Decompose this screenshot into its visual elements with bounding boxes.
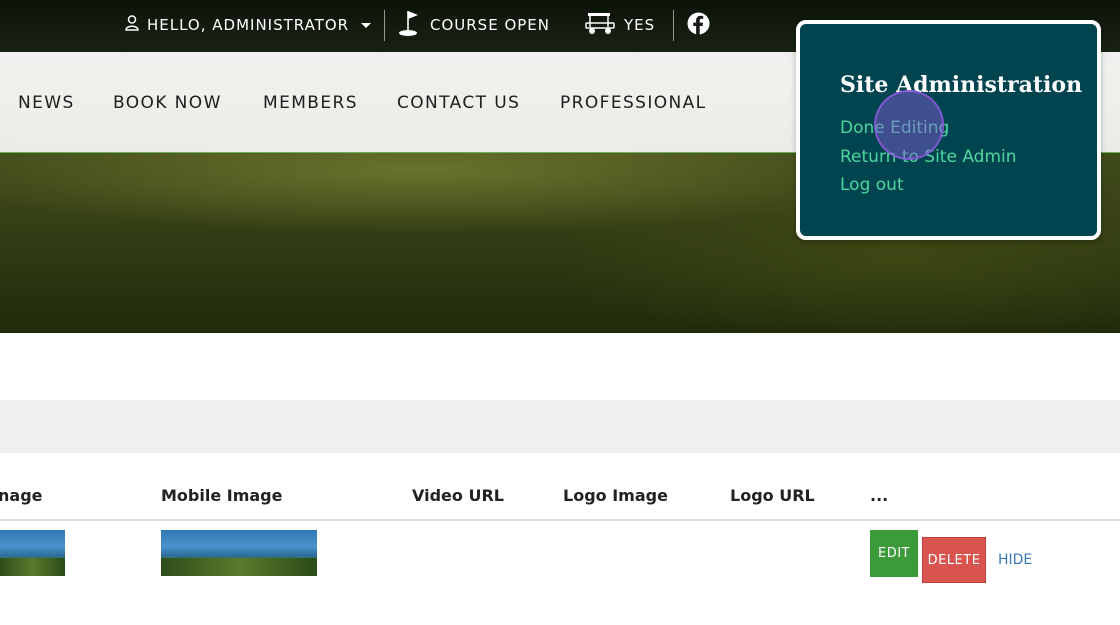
cursor-highlight (874, 90, 944, 160)
column-header-logo-image: Logo Image (563, 486, 668, 505)
facebook-icon (687, 11, 710, 39)
column-header-actions: ... (870, 486, 889, 505)
edit-button[interactable]: EDIT (870, 530, 918, 577)
caret-down-icon (361, 22, 372, 28)
golf-flag-icon (398, 9, 422, 41)
admin-panel-title: Site Administration (840, 72, 1083, 98)
facebook-link[interactable] (687, 0, 710, 50)
site-administration-panel: Site Administration Done Editing Return … (796, 20, 1101, 240)
separator (384, 10, 385, 41)
column-header-image: nage (0, 486, 43, 505)
nav-news[interactable]: NEWS (18, 52, 75, 153)
section-header-strip (0, 400, 1120, 453)
user-icon (125, 15, 139, 35)
golf-cart-icon (584, 11, 616, 39)
cart-status-text: YES (624, 16, 656, 34)
course-status: COURSE OPEN (398, 0, 550, 50)
nav-members[interactable]: MEMBERS (263, 52, 358, 153)
page: HELLO, ADMINISTRATOR COURSE OPEN YES NEW… (0, 0, 1120, 625)
course-status-text: COURSE OPEN (430, 16, 550, 34)
nav-professional[interactable]: PROFESSIONAL (560, 52, 707, 153)
user-greeting: HELLO, ADMINISTRATOR (147, 16, 350, 34)
column-header-video-url: Video URL (412, 486, 504, 505)
cart-status: YES (584, 0, 655, 50)
column-header-logo-url: Logo URL (730, 486, 815, 505)
mobile-image-thumbnail (161, 530, 317, 576)
nav-book-now[interactable]: BOOK NOW (113, 52, 222, 153)
column-header-mobile-image: Mobile Image (161, 486, 283, 505)
image-thumbnail (0, 530, 65, 576)
log-out-link[interactable]: Log out (840, 175, 904, 195)
separator (673, 10, 674, 41)
nav-contact-us[interactable]: CONTACT US (397, 52, 520, 153)
hide-link[interactable]: HIDE (998, 552, 1032, 568)
header-divider (0, 519, 1120, 521)
user-menu[interactable]: HELLO, ADMINISTRATOR (125, 0, 372, 50)
delete-button[interactable]: DELETE (922, 537, 986, 583)
